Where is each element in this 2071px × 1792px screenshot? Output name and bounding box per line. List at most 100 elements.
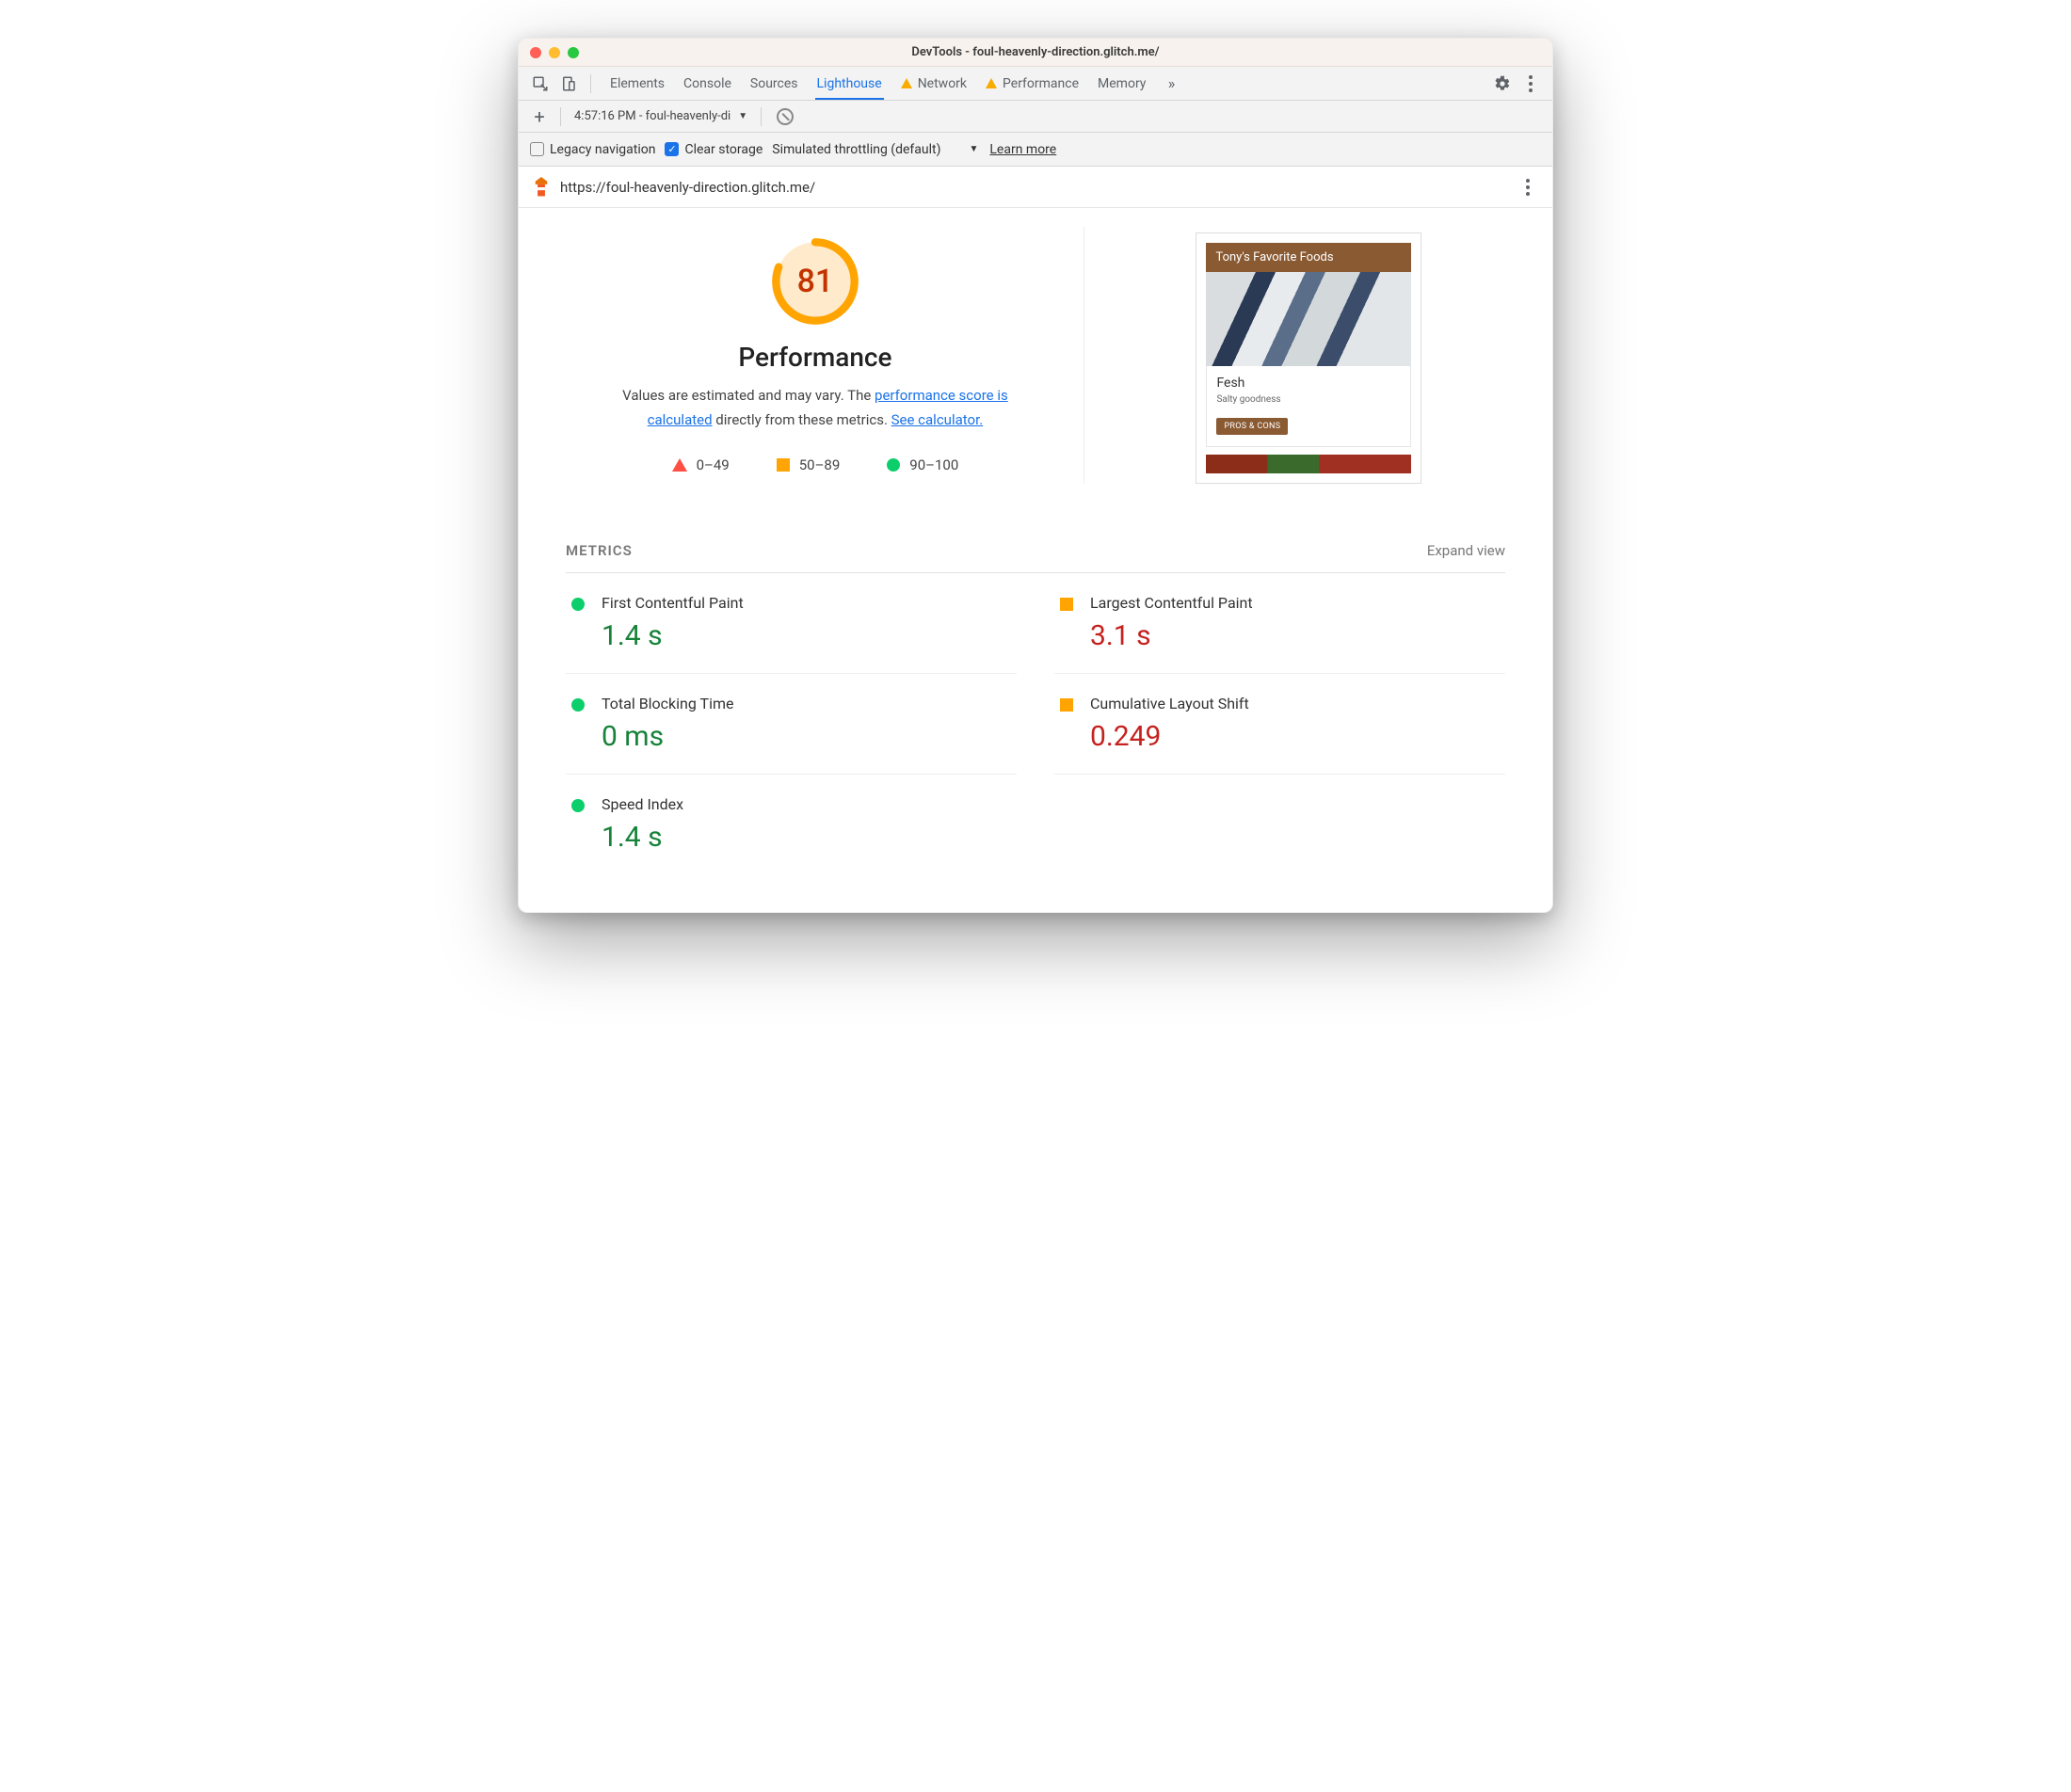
tab-label: Sources xyxy=(750,76,798,91)
report-menu-icon[interactable] xyxy=(1517,179,1539,196)
square-orange-icon xyxy=(1060,598,1073,611)
preview-header: Tony's Favorite Foods xyxy=(1206,243,1411,272)
metric-value: 0.249 xyxy=(1090,720,1496,753)
tab-network[interactable]: Network xyxy=(891,67,976,100)
performance-description: Values are estimated and may vary. The p… xyxy=(608,384,1022,432)
clear-storage-checkbox[interactable]: ✓ Clear storage xyxy=(665,142,763,157)
legend-good: 90–100 xyxy=(887,456,958,473)
metric-value: 1.4 s xyxy=(602,619,1007,652)
legacy-navigation-checkbox[interactable]: Legacy navigation xyxy=(530,142,655,157)
circle-green-icon xyxy=(887,458,900,472)
performance-gauge: 81 xyxy=(768,234,862,328)
more-menu-icon[interactable] xyxy=(1518,72,1543,96)
metrics-section: METRICS Expand view First Contentful Pai… xyxy=(519,512,1552,912)
tab-memory[interactable]: Memory xyxy=(1088,67,1155,100)
metric-label: Cumulative Layout Shift xyxy=(1090,695,1496,712)
tab-label: Elements xyxy=(610,76,665,91)
metric-row: Total Blocking Time 0 ms xyxy=(566,674,1017,775)
circle-green-icon xyxy=(571,698,585,712)
preview-strip xyxy=(1206,455,1411,473)
checkbox-checked-icon: ✓ xyxy=(665,142,679,156)
tab-label: Network xyxy=(918,76,967,91)
chevron-down-icon: ▼ xyxy=(969,144,978,154)
window-title: DevTools - foul-heavenly-direction.glitc… xyxy=(519,45,1552,59)
report-url-text: https://foul-heavenly-direction.glitch.m… xyxy=(560,179,815,196)
lighthouse-toolbar: + 4:57:16 PM - foul-heavenly-di ▼ xyxy=(519,101,1552,133)
metric-value: 1.4 s xyxy=(602,821,1007,854)
metric-label: Speed Index xyxy=(602,795,1007,813)
preview-card-subtitle: Salty goodness xyxy=(1216,394,1401,405)
metric-row: Cumulative Layout Shift 0.249 xyxy=(1054,674,1505,775)
tab-lighthouse[interactable]: Lighthouse xyxy=(808,67,891,100)
report-url-row: https://foul-heavenly-direction.glitch.m… xyxy=(519,167,1552,208)
more-tabs-icon[interactable]: » xyxy=(1159,72,1183,96)
tab-label: Console xyxy=(683,76,731,91)
legend-average-label: 50–89 xyxy=(799,456,841,473)
expand-view-link[interactable]: Expand view xyxy=(1427,542,1505,559)
square-orange-icon xyxy=(777,458,790,472)
zoom-window-button[interactable] xyxy=(568,47,579,58)
page-preview-column: Tony's Favorite Foods Fesh Salty goodnes… xyxy=(1094,227,1524,484)
circle-green-icon xyxy=(571,799,585,812)
tab-performance[interactable]: Performance xyxy=(976,67,1088,100)
circle-green-icon xyxy=(571,598,585,611)
tab-label: Performance xyxy=(1003,76,1079,91)
new-report-button[interactable]: + xyxy=(528,105,551,128)
performance-title: Performance xyxy=(738,342,891,373)
clear-storage-label: Clear storage xyxy=(684,142,763,157)
learn-more-link[interactable]: Learn more xyxy=(989,142,1056,157)
see-calculator-link[interactable]: See calculator. xyxy=(891,411,984,428)
throttling-label: Simulated throttling (default) xyxy=(772,142,940,157)
lighthouse-options-row: Legacy navigation ✓ Clear storage Simula… xyxy=(519,133,1552,167)
preview-image xyxy=(1206,272,1411,366)
metric-label: Total Blocking Time xyxy=(602,695,1007,712)
metric-value: 0 ms xyxy=(602,720,1007,753)
warning-icon xyxy=(901,78,912,88)
metric-label: First Contentful Paint xyxy=(602,594,1007,612)
tab-label: Memory xyxy=(1098,76,1146,91)
triangle-red-icon xyxy=(672,458,687,472)
panel-tabs-bar: Elements Console Sources Lighthouse Network P… xyxy=(519,67,1552,101)
tab-elements[interactable]: Elements xyxy=(601,67,674,100)
metric-row: First Contentful Paint 1.4 s xyxy=(566,573,1017,674)
metrics-grid: First Contentful Paint 1.4 s Largest Conte… xyxy=(566,573,1505,874)
legacy-navigation-label: Legacy navigation xyxy=(550,142,655,157)
tab-console[interactable]: Console xyxy=(674,67,741,100)
report-select-label: 4:57:16 PM - foul-heavenly-di xyxy=(574,109,730,123)
settings-gear-icon[interactable] xyxy=(1490,72,1515,96)
desc-text-2: directly from these metrics. xyxy=(713,411,891,428)
lighthouse-logo-icon xyxy=(532,177,551,198)
warning-icon xyxy=(986,78,997,88)
square-orange-icon xyxy=(1060,698,1073,712)
chevron-down-icon: ▼ xyxy=(738,111,747,121)
preview-card-title: Fesh xyxy=(1216,376,1401,391)
devtools-window: DevTools - foul-heavenly-direction.glitc… xyxy=(518,38,1553,913)
preview-card-button: PROS & CONS xyxy=(1216,418,1288,435)
score-legend: 0–49 50–89 90–100 xyxy=(672,456,959,473)
minimize-window-button[interactable] xyxy=(549,47,560,58)
report-summary: 81 Performance Values are estimated and … xyxy=(519,208,1552,512)
tabs-separator xyxy=(590,74,591,93)
preview-card-body: Fesh Salty goodness PROS & CONS xyxy=(1206,366,1411,447)
legend-poor-label: 0–49 xyxy=(697,456,730,473)
page-screenshot-preview: Tony's Favorite Foods Fesh Salty goodnes… xyxy=(1196,232,1421,484)
metrics-heading: METRICS xyxy=(566,542,633,559)
desc-text-1: Values are estimated and may vary. The xyxy=(622,387,875,404)
metrics-header: METRICS Expand view xyxy=(566,512,1505,573)
legend-good-label: 90–100 xyxy=(909,456,958,473)
metric-label: Largest Contentful Paint xyxy=(1090,594,1496,612)
clear-icon[interactable] xyxy=(777,108,794,125)
metric-row: Largest Contentful Paint3.1 s xyxy=(1054,573,1505,674)
device-toolbar-icon[interactable] xyxy=(556,72,581,96)
gauge-score-value: 81 xyxy=(797,263,834,300)
traffic-lights xyxy=(519,47,579,58)
metric-row: Speed Index 1.4 s xyxy=(566,775,1017,874)
report-select[interactable]: 4:57:16 PM - foul-heavenly-di ▼ xyxy=(570,109,751,123)
inspect-element-icon[interactable] xyxy=(528,72,553,96)
score-column: 81 Performance Values are estimated and … xyxy=(547,227,1084,484)
checkbox-unchecked-icon xyxy=(530,142,544,156)
tab-sources[interactable]: Sources xyxy=(741,67,808,100)
close-window-button[interactable] xyxy=(530,47,541,58)
legend-poor: 0–49 xyxy=(672,456,730,473)
legend-average: 50–89 xyxy=(777,456,841,473)
